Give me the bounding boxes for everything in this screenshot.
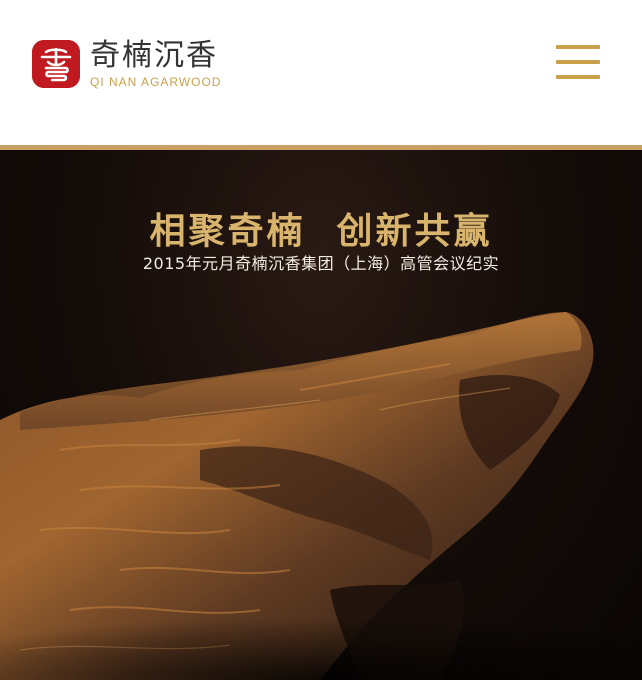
hamburger-menu-icon[interactable] <box>556 45 600 79</box>
brand-text: 奇楠沉香 QI NAN AGARWOOD <box>90 37 222 89</box>
brand-name-en: QI NAN AGARWOOD <box>90 74 222 89</box>
hero-title: 相聚奇楠 创新共赢 <box>149 211 493 252</box>
site-header: 奇楠沉香 QI NAN AGARWOOD <box>0 0 642 145</box>
brand-logo[interactable]: 奇楠沉香 QI NAN AGARWOOD <box>32 38 221 90</box>
page: 奇楠沉香 QI NAN AGARWOOD 相聚奇楠 创新共赢 2015年元月奇楠… <box>0 0 642 680</box>
brand-name-cn: 奇楠沉香 <box>90 37 218 73</box>
menu-bar-top <box>556 45 600 49</box>
menu-bar-bottom <box>556 75 600 79</box>
hero-subtitle: 2015年元月奇楠沉香集团（上海）高管会议纪实 <box>142 254 500 273</box>
agarwood-seal-logo-icon <box>32 40 80 88</box>
menu-bar-middle <box>556 60 600 64</box>
hero-banner[interactable]: 相聚奇楠 创新共赢 2015年元月奇楠沉香集团（上海）高管会议纪实 <box>0 150 642 680</box>
